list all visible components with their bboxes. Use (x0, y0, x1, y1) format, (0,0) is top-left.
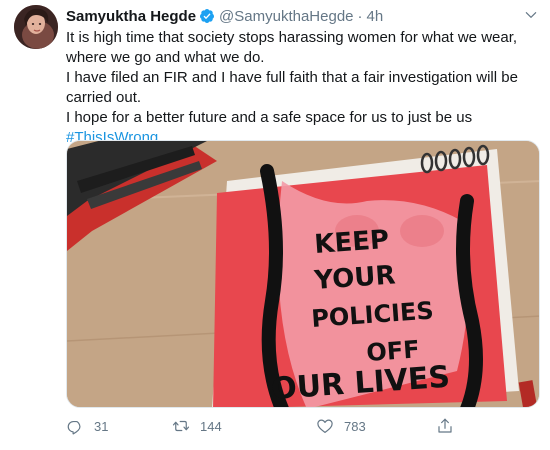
profile-photo-icon (14, 5, 58, 49)
painted-text-your: YOUR (312, 260, 396, 296)
painting-photo: KEEP YOUR POLICIES OFF OUR LIVES (67, 141, 539, 407)
reply-icon (67, 420, 81, 435)
tweet-text-line: I hope for a better future and a safe sp… (66, 109, 473, 126)
tweet-timestamp[interactable]: 4h (367, 8, 384, 25)
tweet-text-line: It is high time that society stops haras… (66, 29, 518, 66)
like-count: 783 (344, 418, 366, 434)
share-button[interactable] (436, 414, 454, 438)
reply-count: 31 (94, 418, 109, 434)
retweet-button[interactable]: 144 (172, 414, 222, 438)
avatar[interactable] (14, 5, 58, 49)
tweet-text: It is high time that society stops haras… (66, 28, 536, 148)
retweet-icon (172, 420, 190, 432)
retweet-count: 144 (200, 418, 222, 434)
reply-button[interactable]: 31 (66, 414, 108, 438)
tweet-text-line: I have filed an FIR and I have full fait… (66, 69, 518, 106)
painted-text-keep: KEEP (313, 225, 390, 260)
tweet-header: Samyuktha Hegde @SamyukthaHegde · 4h (66, 6, 383, 26)
author-handle[interactable]: @SamyukthaHegde (219, 8, 353, 25)
share-icon (438, 418, 452, 433)
chevron-down-icon[interactable] (524, 8, 538, 22)
like-button[interactable]: 783 (316, 414, 366, 438)
separator-dot: · (357, 7, 363, 25)
tweet-photo[interactable]: KEEP YOUR POLICIES OFF OUR LIVES (66, 140, 540, 408)
heart-icon (317, 419, 333, 433)
tweet: Samyuktha Hegde @SamyukthaHegde · 4h It … (0, 0, 550, 450)
verified-badge-icon (200, 9, 215, 23)
author-display-name[interactable]: Samyuktha Hegde (66, 8, 196, 25)
tweet-actions: 31 144 783 (66, 414, 540, 438)
